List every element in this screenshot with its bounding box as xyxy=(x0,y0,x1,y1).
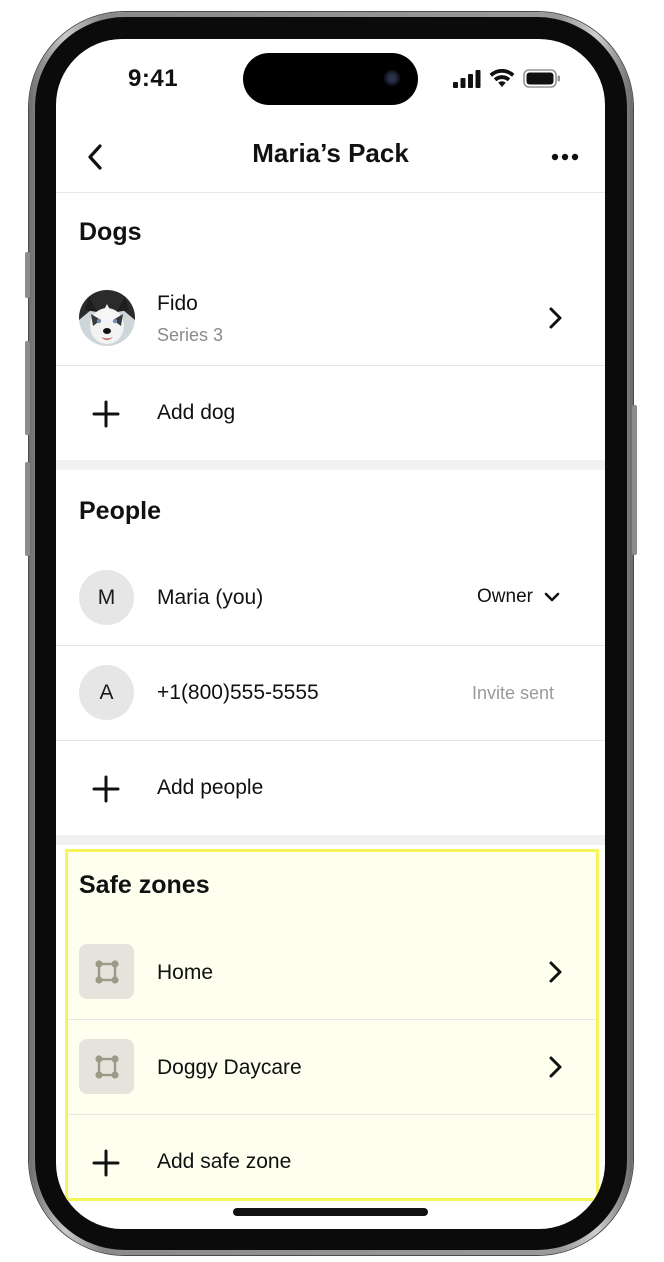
add-safe-zone-label: Add safe zone xyxy=(157,1150,292,1173)
chevron-down-icon xyxy=(544,592,560,602)
chevron-right-icon xyxy=(549,961,562,983)
add-safe-zone-button[interactable]: Add safe zone xyxy=(56,1115,605,1197)
section-separator xyxy=(56,835,605,845)
plus-icon xyxy=(92,775,120,803)
volume-up-button xyxy=(25,341,30,435)
status-icons xyxy=(453,69,561,88)
power-button xyxy=(632,405,637,555)
avatar: A xyxy=(79,665,134,720)
screen: 9:41 Maria’s Pack Dogs Fido Series 3 Add… xyxy=(56,39,605,1229)
more-button[interactable] xyxy=(545,140,585,174)
safe-zone-row-home[interactable]: Home xyxy=(56,925,605,1019)
person-row-invite[interactable]: A +1(800)555-5555 Invite sent xyxy=(56,646,605,740)
chevron-right-icon xyxy=(549,1056,562,1078)
cellular-signal-icon xyxy=(453,69,481,88)
dynamic-island xyxy=(243,53,418,105)
person-row-maria[interactable]: M Maria (you) Owner xyxy=(56,551,605,645)
zone-shape-icon xyxy=(79,1039,134,1094)
plus-icon xyxy=(92,400,120,428)
dog-device-series: Series 3 xyxy=(157,325,224,345)
section-separator xyxy=(56,460,605,470)
people-section-title: People xyxy=(79,497,161,525)
chevron-right-icon xyxy=(549,307,562,329)
dogs-section-title: Dogs xyxy=(79,218,142,246)
battery-icon xyxy=(523,69,560,88)
person-name: Maria (you) xyxy=(157,586,264,609)
nav-bar: Maria’s Pack xyxy=(56,122,605,193)
safe-zone-name: Doggy Daycare xyxy=(157,1056,302,1079)
safe-zone-row-daycare[interactable]: Doggy Daycare xyxy=(56,1020,605,1114)
add-dog-button[interactable]: Add dog xyxy=(56,366,605,460)
safe-zones-section-title: Safe zones xyxy=(79,871,210,899)
page-title: Maria’s Pack xyxy=(252,138,409,168)
invite-status: Invite sent xyxy=(471,683,554,703)
plus-icon xyxy=(92,1149,120,1177)
add-people-button[interactable]: Add people xyxy=(56,741,605,835)
camera-icon xyxy=(384,70,400,86)
safe-zone-name: Home xyxy=(157,961,214,984)
action-button xyxy=(25,252,30,298)
home-indicator[interactable] xyxy=(233,1208,428,1216)
role-label: Owner xyxy=(477,586,533,607)
dog-avatar xyxy=(79,290,135,346)
zone-shape-icon xyxy=(79,944,134,999)
avatar: M xyxy=(79,570,134,625)
role-dropdown[interactable]: Owner xyxy=(477,586,561,608)
status-time: 9:41 xyxy=(128,65,179,92)
more-icon xyxy=(551,153,579,161)
person-phone: +1(800)555-5555 xyxy=(157,681,319,704)
wifi-icon xyxy=(489,69,515,87)
volume-down-button xyxy=(25,462,30,556)
dog-row-fido[interactable]: Fido Series 3 xyxy=(56,271,605,365)
add-people-label: Add people xyxy=(157,776,264,799)
dog-name: Fido xyxy=(157,292,198,315)
add-dog-label: Add dog xyxy=(157,401,236,424)
